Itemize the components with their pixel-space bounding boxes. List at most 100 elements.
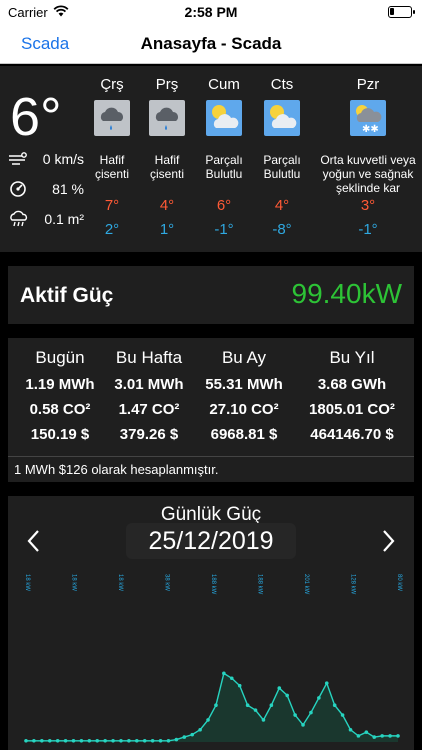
page-title: Anasayfa - Scada [140, 34, 282, 53]
forecast-low: -1° [358, 221, 378, 238]
chart-area [26, 673, 398, 742]
forecast-day: Cum Parçalı Bulutlu 6° -1° [195, 76, 253, 238]
chart-point [87, 738, 92, 743]
energy-co2: 27.10 CO² [209, 401, 279, 418]
chart-point [182, 735, 187, 739]
active-power-label: Aktif Güç [20, 284, 114, 307]
chart-point [364, 730, 369, 734]
chart-point [190, 732, 195, 737]
forecast-high: 7° [104, 197, 120, 214]
chart-point [340, 713, 345, 717]
humidity-value: 81 % [52, 181, 84, 197]
energy-header: Bu Ay [221, 348, 267, 367]
svg-text:✱✱: ✱✱ [362, 124, 379, 135]
forecast-description: Orta kuvvetli veya yoğun ve sağnak şekli… [320, 153, 416, 195]
chart-point [127, 738, 131, 743]
chart-point [324, 681, 329, 685]
daily-power-chart: 18 kW 18 kW 18 kW 38 kW 188 kW 188 kW 201 kW 12… [24, 574, 402, 743]
chart-point [79, 738, 84, 743]
partly-cloudy-icon [264, 100, 300, 136]
chart-point [301, 723, 305, 727]
drizzle-icon [94, 100, 130, 136]
forecast-low: 1° [159, 221, 175, 238]
chart-point [356, 734, 361, 738]
chart-tick-label: 38 kW [164, 574, 170, 591]
chart-point [47, 738, 52, 743]
chart-point [372, 735, 377, 739]
chart-point [222, 671, 226, 676]
chart-tick-label: 201 kW [303, 574, 309, 595]
chart-point [396, 734, 400, 738]
chart-point [253, 708, 258, 712]
forecast-high: 4° [159, 197, 175, 214]
chart-point [317, 696, 321, 700]
chart-point [32, 738, 36, 743]
energy-cost: 6968.81 $ [210, 426, 278, 443]
forecast-day: Pzr ✱✱ Orta kuvvetli veya yoğun ve sağna… [314, 76, 422, 238]
chart-point [293, 713, 297, 717]
forecast-high: 6° [216, 197, 232, 214]
chart-point [24, 738, 28, 743]
forecast-day-name: Prş [155, 76, 179, 93]
forecast-low: 2° [104, 221, 120, 238]
battery-icon [388, 6, 415, 18]
energy-mwh: 55.31 MWh [205, 376, 283, 393]
chart-point [158, 738, 163, 743]
daily-power-chart-panel: Günlük Güç 25/12/2019 18 kW 18 kW 18 kW 38 … [8, 496, 414, 750]
chart-point [261, 718, 266, 722]
chart-point [245, 703, 250, 708]
rain-cloud-icon [10, 210, 28, 227]
chart-point [111, 738, 115, 743]
gauge-icon [10, 181, 26, 197]
energy-header: Bugün [35, 348, 85, 367]
energy-header: Bu Yıl [329, 348, 375, 367]
chart-point [348, 727, 353, 732]
chart-tick-label: 18 kW [24, 574, 30, 591]
forecast-day-name: Çrş [100, 76, 124, 93]
chart-tick-label: 188 kW [257, 574, 263, 595]
chart-tick-label: 128 kW [350, 574, 356, 595]
chart-point [388, 734, 392, 738]
chart-point [40, 738, 44, 743]
chart-tick-label: 80 kW [396, 574, 402, 591]
energy-mwh: 1.19 MWh [25, 376, 95, 393]
chart-point [119, 738, 123, 743]
wind-icon [9, 152, 27, 165]
chart-point [103, 738, 107, 743]
forecast-day-name: Pzr [356, 76, 380, 93]
forecast-low: -8° [272, 221, 292, 238]
energy-column-year: Bu Yıl 3.68 GWh 1805.01 CO² 464146.70 $ [296, 348, 408, 451]
energy-mwh: 3.01 MWh [114, 376, 184, 393]
forecast-day-name: Cts [270, 76, 294, 93]
forecast-description: Hafif çisenti [94, 153, 129, 181]
chart-point [135, 738, 139, 743]
pricing-note: 1 MWh $126 olarak hesaplanmıştır. [8, 456, 414, 482]
forecast-day: Çrş Hafif çisenti 7° 2° [83, 76, 141, 238]
chart-point [214, 703, 218, 708]
energy-co2: 1.47 CO² [118, 401, 180, 418]
drizzle-icon [149, 100, 185, 136]
energy-summary-panel: Bugün 1.19 MWh 0.58 CO² 150.19 $ Bu Haft… [8, 338, 414, 456]
energy-co2: 1805.01 CO² [309, 401, 395, 418]
rain-value: 0.1 m² [44, 211, 84, 227]
chart-point [63, 738, 68, 743]
forecast-description: Parçalı Bulutlu [205, 153, 243, 181]
status-bar: Carrier 2:58 PM [0, 0, 422, 24]
weather-panel: 6° 0 km/s 81 % 0.1 m² Çrş Hafif çisenti [0, 66, 422, 252]
forecast-day: Cts Parçalı Bulutlu 4° -8° [253, 76, 311, 238]
energy-mwh: 3.68 GWh [317, 376, 387, 393]
forecast-low: -1° [214, 221, 234, 238]
energy-column-month: Bu Ay 55.31 MWh 27.10 CO² 6968.81 $ [194, 348, 294, 451]
active-power-value: 99.40kW [291, 278, 403, 309]
chart-point [150, 738, 155, 743]
energy-cost: 464146.70 $ [310, 426, 394, 443]
partly-cloudy-icon [206, 100, 242, 136]
energy-co2: 0.58 CO² [29, 401, 91, 418]
forecast-high: 3° [360, 197, 376, 214]
chart-point [285, 693, 289, 698]
clock: 2:58 PM [184, 4, 238, 20]
energy-column-week: Bu Hafta 3.01 MWh 1.47 CO² 379.26 $ [106, 348, 192, 451]
chart-tick-label: 188 kW [210, 574, 216, 595]
current-temperature: 6° [10, 87, 62, 147]
energy-cost: 150.19 $ [30, 426, 90, 443]
